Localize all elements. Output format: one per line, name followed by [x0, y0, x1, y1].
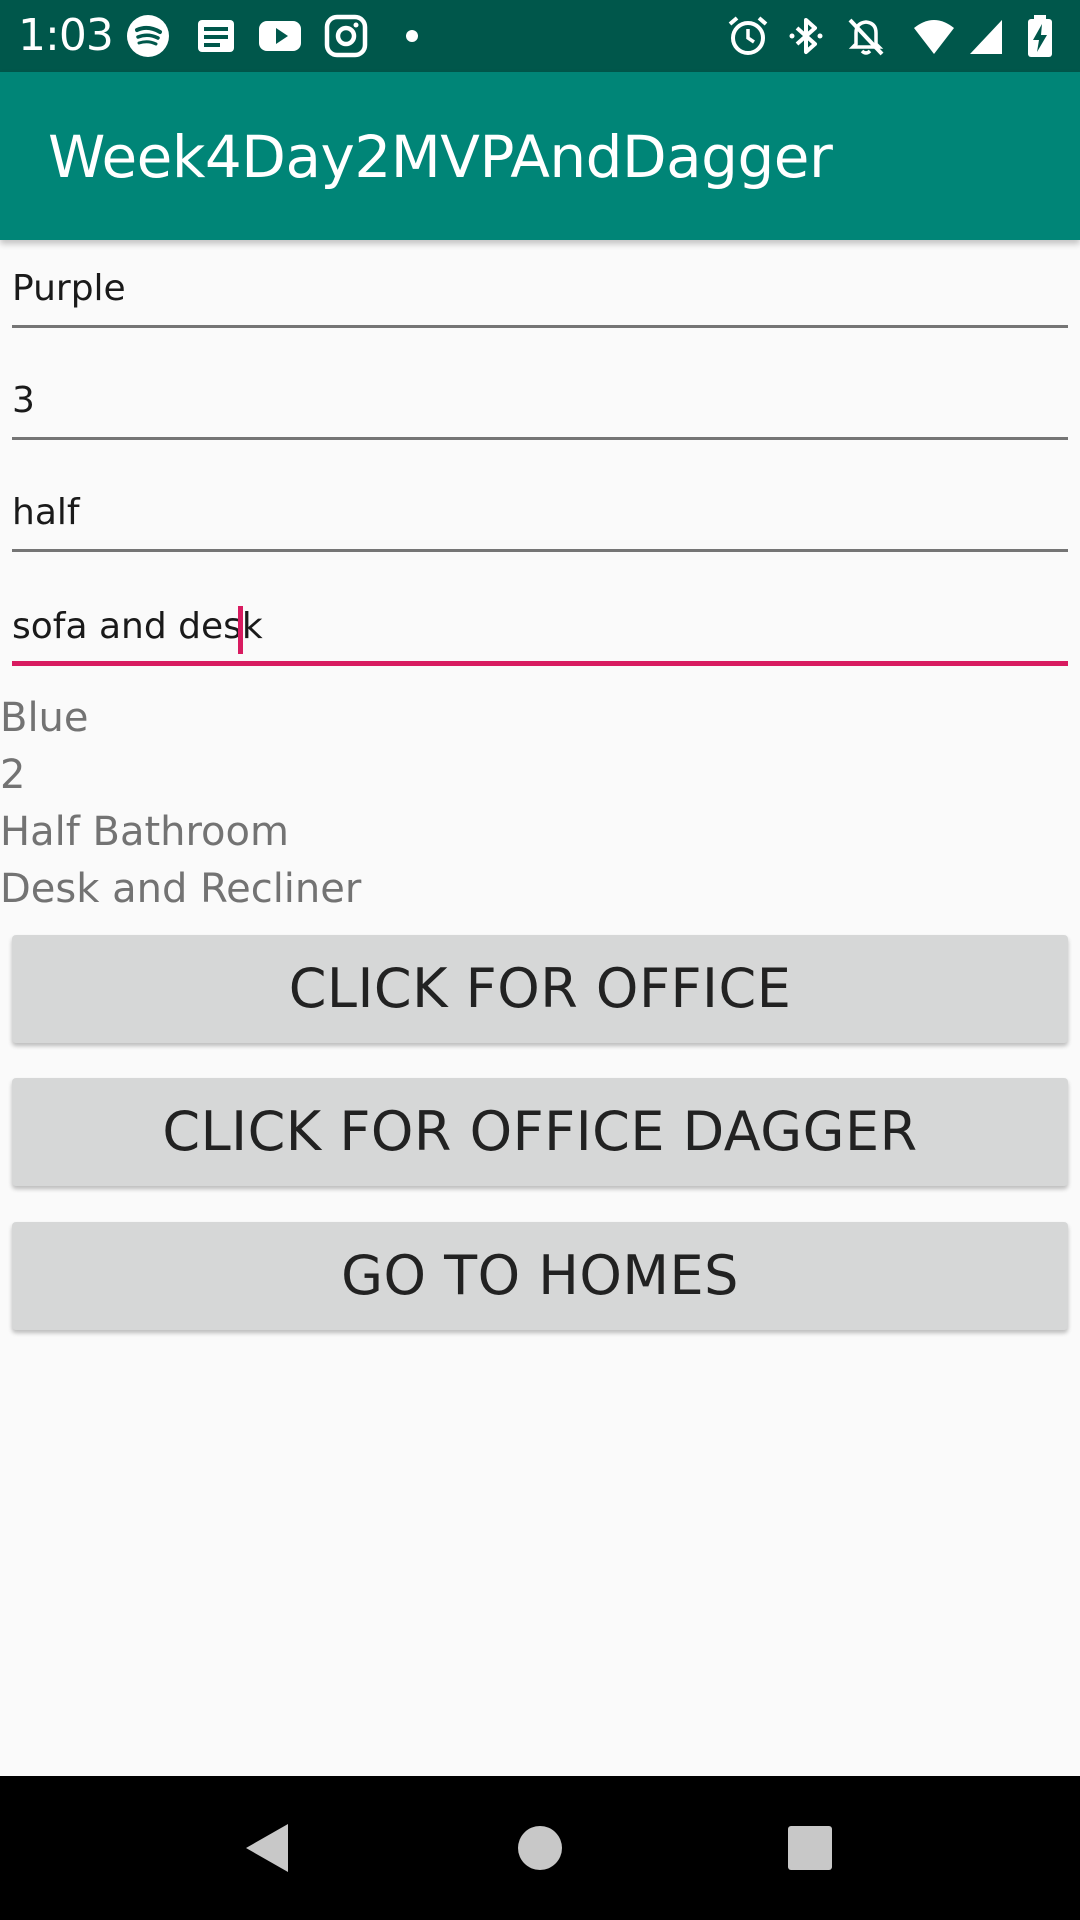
color-input[interactable]: [12, 258, 1068, 318]
go-to-homes-button[interactable]: GO TO HOMES: [12, 1222, 1068, 1330]
furniture-field[interactable]: [12, 596, 1068, 666]
result-bathroom: Half Bathroom: [0, 809, 289, 855]
furniture-field-underline: [12, 661, 1068, 666]
cell-signal-icon: [966, 14, 1010, 58]
office-button[interactable]: CLICK FOR OFFICE: [12, 935, 1068, 1043]
rooms-field[interactable]: [12, 370, 1068, 440]
alarm-icon: [726, 14, 770, 58]
bathroom-input[interactable]: [12, 482, 1068, 542]
home-icon[interactable]: [510, 1818, 570, 1878]
instagram-icon: [324, 14, 368, 58]
text-cursor: [238, 606, 243, 654]
office-dagger-button[interactable]: CLICK FOR OFFICE DAGGER: [12, 1078, 1068, 1186]
back-icon[interactable]: [238, 1818, 298, 1878]
wifi-icon: [912, 14, 956, 58]
bluetooth-icon: [784, 14, 828, 58]
recents-icon[interactable]: [780, 1818, 840, 1878]
result-color: Blue: [0, 695, 89, 741]
status-bar: 1:03: [0, 0, 1080, 72]
spotify-icon: [126, 14, 170, 58]
bathroom-field[interactable]: [12, 482, 1068, 552]
result-furniture: Desk and Recliner: [0, 866, 362, 912]
rooms-input[interactable]: [12, 370, 1068, 430]
rooms-field-underline: [12, 437, 1068, 440]
color-field-underline: [12, 325, 1068, 328]
news-icon: [194, 14, 238, 58]
color-field[interactable]: [12, 258, 1068, 328]
notification-dot-icon: [390, 14, 434, 58]
navigation-bar: [0, 1776, 1080, 1920]
result-rooms: 2: [0, 752, 26, 798]
battery-charging-icon: [1018, 14, 1062, 58]
furniture-input[interactable]: [12, 596, 1068, 656]
notifications-off-icon: [844, 14, 888, 58]
app-bar: Week4Day2MVPAndDagger: [0, 72, 1080, 240]
youtube-icon: [258, 14, 302, 58]
bathroom-field-underline: [12, 549, 1068, 552]
status-time: 1:03: [18, 10, 114, 61]
app-title: Week4Day2MVPAndDagger: [48, 123, 833, 191]
